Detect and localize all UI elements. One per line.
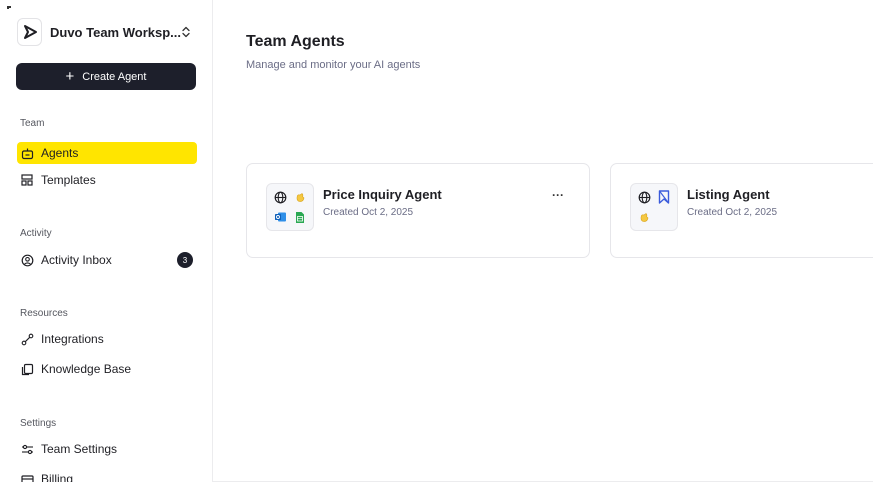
workspace-switcher[interactable]: Duvo Team Worksp... — [17, 18, 197, 46]
hand-icon — [290, 187, 310, 207]
inbox-count-badge: 3 — [177, 252, 193, 268]
sidebar-item-label: Billing — [41, 472, 74, 482]
agent-name: Price Inquiry Agent — [323, 187, 442, 202]
sidebar-item-integrations[interactable]: Integrations — [17, 328, 197, 350]
sidebar-item-templates[interactable]: Templates — [17, 169, 197, 191]
sidebar-item-label: Activity Inbox — [41, 253, 112, 267]
workspace-name: Duvo Team Worksp... — [50, 24, 181, 40]
sheets-icon — [290, 207, 310, 227]
sidebar-item-activity-inbox[interactable]: Activity Inbox 3 — [17, 249, 197, 271]
agent-card-price-inquiry[interactable]: Price Inquiry Agent Created Oct 2, 2025 … — [246, 163, 590, 258]
copy-icon — [20, 362, 34, 376]
page-subtitle: Manage and monitor your AI agents — [246, 59, 421, 71]
corner-mark — [7, 6, 11, 9]
section-label-settings: Settings — [20, 418, 57, 429]
section-label-team: Team — [20, 118, 45, 129]
outlook-icon — [270, 207, 290, 227]
bookmark-icon — [654, 187, 674, 207]
agent-card-listing[interactable]: Listing Agent Created Oct 2, 2025 — [610, 163, 873, 258]
robot-icon — [20, 146, 34, 160]
sidebar-item-knowledge-base[interactable]: Knowledge Base — [17, 358, 197, 380]
sidebar-item-label: Knowledge Base — [41, 362, 132, 376]
sliders-icon — [20, 442, 34, 456]
sidebar-item-team-settings[interactable]: Team Settings — [17, 438, 197, 460]
sidebar-item-label: Agents — [41, 146, 79, 160]
sidebar-item-label: Integrations — [41, 332, 104, 346]
empty-icon-slot — [654, 207, 674, 227]
agent-tool-icons — [630, 183, 678, 231]
create-agent-label: Create Agent — [82, 70, 147, 83]
templates-icon — [20, 173, 34, 187]
section-label-activity: Activity — [20, 228, 52, 239]
sidebar-item-agents[interactable]: Agents — [17, 142, 197, 164]
agent-name: Listing Agent — [687, 187, 770, 202]
create-agent-button[interactable]: + Create Agent — [16, 63, 196, 90]
integrations-icon — [20, 332, 34, 346]
sidebar-item-label: Templates — [41, 173, 96, 187]
sidebar: Duvo Team Worksp... + Create Agent Team … — [0, 0, 213, 482]
more-options-icon[interactable]: ··· — [552, 188, 564, 202]
sidebar-item-label: Team Settings — [41, 442, 118, 456]
agent-tool-icons — [266, 183, 314, 231]
inbox-icon — [20, 253, 34, 267]
page-title: Team Agents — [246, 33, 345, 50]
plus-icon: + — [65, 68, 75, 85]
globe-icon — [270, 187, 290, 207]
duvo-logo-icon — [17, 18, 42, 46]
sidebar-item-billing[interactable]: Billing — [17, 468, 197, 482]
section-label-resources: Resources — [20, 308, 68, 319]
agent-created-date: Created Oct 2, 2025 — [687, 207, 778, 218]
hand-icon — [634, 207, 654, 227]
billing-icon — [20, 472, 34, 482]
chevron-up-down-icon — [181, 26, 191, 38]
agent-created-date: Created Oct 2, 2025 — [323, 207, 414, 218]
globe-icon — [634, 187, 654, 207]
